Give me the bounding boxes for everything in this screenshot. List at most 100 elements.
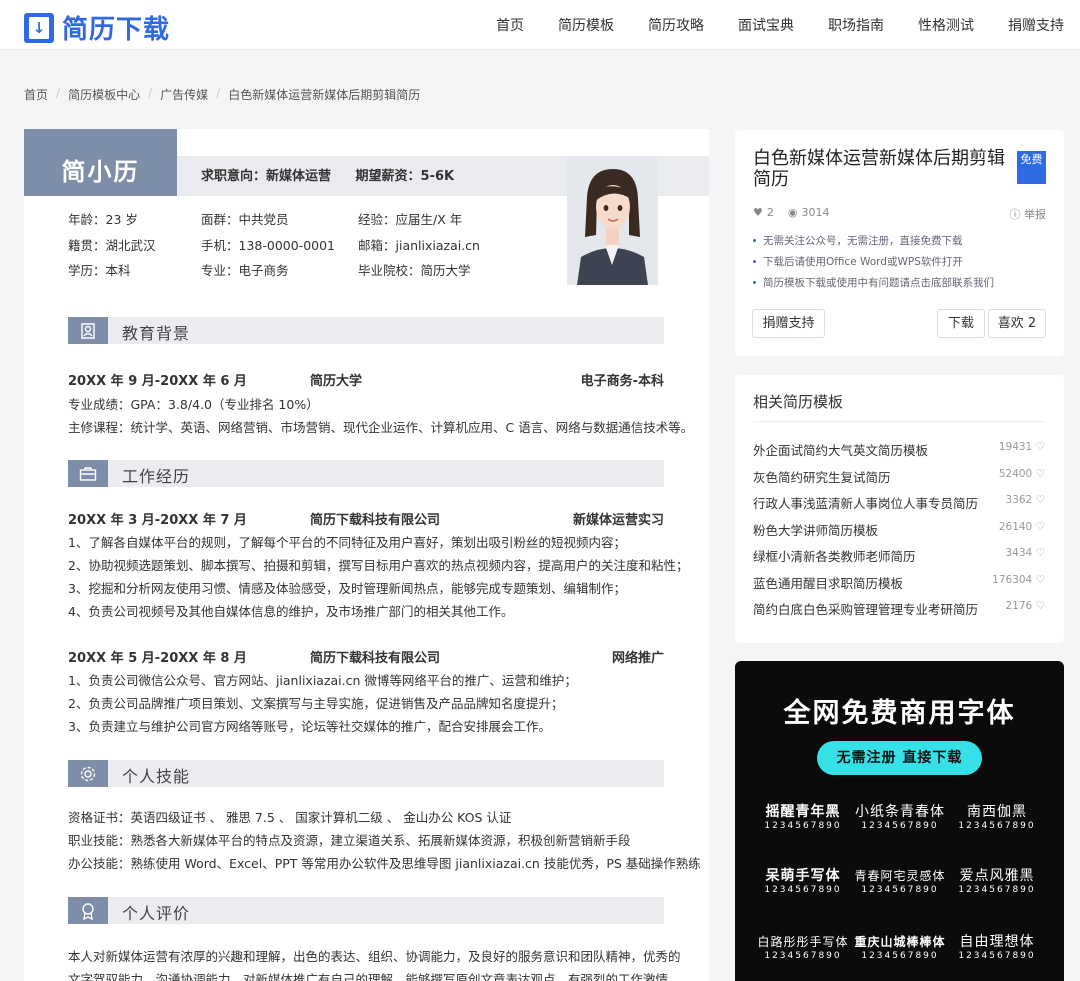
info-experience: 经验：应届生/X 年 bbox=[358, 212, 463, 227]
resume-name: 简小历 bbox=[24, 129, 177, 196]
briefcase-icon bbox=[68, 460, 108, 487]
breadcrumb-templates[interactable]: 简历模板中心 bbox=[68, 86, 140, 103]
job-date: 20XX 年 5 月-20XX 年 8 月 bbox=[68, 651, 247, 666]
job-line: 1、了解各自媒体平台的规则，了解每个平台的不同特征及用户喜好，策划出吸引粉丝的短… bbox=[68, 535, 626, 550]
job-row: 20XX 年 3 月-20XX 年 7 月 简历下载科技有限公司 新媒体运营实习 bbox=[68, 509, 664, 528]
evaluation-line: 本人对新媒体运营有浓厚的兴趣和理解，出色的表达、组织、协调能力，及良好的服务意识… bbox=[68, 949, 681, 964]
job-line: 3、挖掘和分析网友使用习惯、情感及体验感受，及时管理新闻热点，能够完成专题策划、… bbox=[68, 581, 626, 596]
section-title: 教育背景 bbox=[122, 324, 191, 343]
job-intent: 求职意向：新媒体运营 bbox=[201, 169, 332, 184]
template-title: 白色新媒体运营新媒体后期剪辑简历 bbox=[753, 148, 1005, 190]
ad-title: 全网免费商用字体 bbox=[783, 698, 1016, 729]
nav-guides[interactable]: 简历攻略 bbox=[648, 15, 704, 35]
graduate-icon bbox=[68, 317, 108, 344]
tip-item: 简历模板下载或使用中有问题请点击底部联系我们 bbox=[753, 275, 994, 290]
info-education: 学历：本科 bbox=[68, 263, 131, 278]
donate-button[interactable]: 捐赠支持 bbox=[752, 309, 825, 338]
font-sample: 自由理想体 1234567890 bbox=[958, 934, 1036, 961]
info-email: 邮箱：jianlixiazai.cn bbox=[358, 238, 480, 253]
section-work: 工作经历 bbox=[68, 460, 664, 487]
font-sample: 小纸条青春体 1234567890 bbox=[855, 804, 945, 831]
ad-download-button[interactable]: 无需注册 直接下载 bbox=[817, 741, 982, 775]
nav-personality[interactable]: 性格测试 bbox=[918, 15, 974, 35]
related-item[interactable]: 简约白底白色采购管理管理专业考研简历 2176 ♡ bbox=[753, 599, 1045, 619]
breadcrumb-current: 白色新媒体运营新媒体后期剪辑简历 bbox=[228, 88, 421, 102]
job-line: 2、负责公司品牌推广项目策划、文案撰写与主导实施，促进销售及产品品牌知名度提升； bbox=[68, 696, 564, 711]
nav-interview[interactable]: 面试宝典 bbox=[738, 15, 794, 35]
report-label: 举报 bbox=[1024, 208, 1046, 221]
font-sample: 爱点风雅黑 1234567890 bbox=[958, 868, 1036, 895]
job-role: 新媒体运营实习 bbox=[572, 513, 664, 528]
resume-intent: 求职意向：新媒体运营 期望薪资：5-6K bbox=[201, 165, 474, 184]
views-count: 3014 bbox=[801, 206, 830, 219]
education-row: 20XX 年 9 月-20XX 年 6 月 简历大学 电子商务-本科 bbox=[68, 370, 664, 389]
job-row: 20XX 年 5 月-20XX 年 8 月 简历下载科技有限公司 网络推广 bbox=[68, 647, 664, 666]
section-skills: 个人技能 bbox=[68, 760, 664, 787]
info-age: 年龄：23 岁 bbox=[68, 212, 138, 227]
nav-templates[interactable]: 简历模板 bbox=[558, 15, 614, 35]
evaluation-line: 文字驾驭能力、沟通协调能力，对新媒体推广有自己的理解，能够撰写原创文章表达观点，… bbox=[68, 972, 681, 981]
education-school: 简历大学 bbox=[310, 374, 363, 389]
gear-icon bbox=[68, 760, 108, 787]
download-tips: 无需关注公众号，无需注册，直接免费下载 下载后请使用Office Word或WP… bbox=[753, 233, 994, 296]
download-icon: ↓ bbox=[24, 12, 54, 43]
job-date: 20XX 年 3 月-20XX 年 7 月 bbox=[68, 513, 247, 528]
job-line: 1、负责公司微信公众号、官方网站、jianlixiazai.cn 微博等网络平台… bbox=[68, 673, 577, 688]
breadcrumb: 首页 / 简历模板中心 / 广告传媒 / 白色新媒体运营新媒体后期剪辑简历 bbox=[24, 86, 421, 103]
likes-count: 2 bbox=[766, 206, 774, 219]
info-major: 专业：电子商务 bbox=[201, 263, 289, 278]
info-school: 毕业院校：简历大学 bbox=[358, 263, 471, 278]
download-button[interactable]: 下载 bbox=[937, 309, 985, 338]
education-date: 20XX 年 9 月-20XX 年 6 月 bbox=[68, 374, 247, 389]
font-sample: 白路彤彤手写体 1234567890 bbox=[757, 935, 849, 961]
tip-item: 无需关注公众号，无需注册，直接免费下载 bbox=[753, 233, 994, 248]
skill-line: 办公技能：熟练使用 Word、Excel、PPT 等常用办公软件及思维导图 ji… bbox=[68, 856, 701, 871]
related-item[interactable]: 绿框小清新各类教师老师简历 3434 ♡ bbox=[753, 546, 1045, 566]
nav-career[interactable]: 职场指南 bbox=[828, 15, 884, 35]
info-icon: ⓘ bbox=[1009, 208, 1021, 221]
resume-preview: 简小历 求职意向：新媒体运营 期望薪资：5-6K 年龄：23 岁 面群：中共党员… bbox=[24, 129, 709, 981]
related-item[interactable]: 外企面试简约大气英文简历模板 19431 ♡ bbox=[753, 440, 1045, 460]
job-role: 网络推广 bbox=[611, 651, 664, 666]
info-politics: 面群：中共党员 bbox=[201, 212, 289, 227]
font-ad-banner[interactable]: 全网免费商用字体 无需注册 直接下载 摇醒青年黑 1234567890 小纸条青春… bbox=[735, 661, 1064, 981]
skill-line: 职业技能：熟悉各大新媒体平台的特点及资源，建立渠道关系、拓展新媒体资源，积极创新… bbox=[68, 833, 631, 848]
skill-line: 资格证书：英语四级证书 、 雅思 7.5 、 国家计算机二级 、 金山办公 KO… bbox=[68, 810, 512, 825]
section-title: 个人评价 bbox=[122, 904, 191, 923]
breadcrumb-category[interactable]: 广告传媒 bbox=[160, 86, 208, 103]
top-header: ↓ 简历下载 首页 简历模板 简历攻略 面试宝典 职场指南 性格测试 捐赠支持 bbox=[0, 0, 1080, 50]
related-title: 相关简历模板 bbox=[753, 393, 844, 411]
related-item[interactable]: 行政人事浅蓝清新人事岗位人事专员简历 3362 ♡ bbox=[753, 493, 1045, 513]
related-item[interactable]: 蓝色通用醒目求职简历模板 176304 ♡ bbox=[753, 573, 1045, 593]
font-sample: 重庆山城棒棒体 1234567890 bbox=[854, 935, 946, 961]
report-link[interactable]: ⓘ 举报 bbox=[1010, 206, 1047, 222]
logo-text: 简历下载 bbox=[62, 15, 171, 45]
eye-icon: ◉ bbox=[787, 206, 798, 219]
related-item[interactable]: 粉色大学讲师简历模板 26140 ♡ bbox=[753, 520, 1045, 540]
font-sample: 摇醒青年黑 1234567890 bbox=[764, 804, 842, 831]
site-logo[interactable]: ↓ 简历下载 bbox=[24, 9, 170, 46]
main-nav: 首页 简历模板 简历攻略 面试宝典 职场指南 性格测试 捐赠支持 bbox=[462, 0, 1064, 50]
like-button[interactable]: 喜欢 2 bbox=[988, 309, 1046, 338]
award-icon bbox=[68, 897, 108, 924]
avatar bbox=[567, 157, 658, 285]
breadcrumb-home[interactable]: 首页 bbox=[24, 86, 48, 103]
heart-icon: ♥ bbox=[753, 206, 763, 219]
info-phone: 手机：138-0000-0001 bbox=[201, 238, 336, 253]
section-title: 工作经历 bbox=[122, 467, 191, 486]
related-item[interactable]: 灰色简约研究生复试简历 52400 ♡ bbox=[753, 467, 1045, 487]
font-sample: 青春阿宅灵感体 1234567890 bbox=[854, 869, 946, 895]
nav-donate[interactable]: 捐赠支持 bbox=[1008, 15, 1064, 35]
tip-item: 下载后请使用Office Word或WPS软件打开 bbox=[753, 254, 994, 269]
job-company: 简历下载科技有限公司 bbox=[310, 651, 441, 666]
related-templates-card: 相关简历模板 外企面试简约大气英文简历模板 19431 ♡ 灰色简约研究生复试简历… bbox=[735, 375, 1064, 643]
divider bbox=[753, 421, 1045, 422]
education-major: 电子商务-本科 bbox=[580, 374, 664, 389]
section-evaluation: 个人评价 bbox=[68, 897, 664, 924]
template-info-card: 白色新媒体运营新媒体后期剪辑简历 免费 ♥ 2 ◉ 3014 ⓘ 举报 无需关注… bbox=[735, 130, 1064, 356]
expected-salary: 期望薪资：5-6K bbox=[355, 169, 455, 184]
free-badge: 免费 bbox=[1017, 151, 1046, 184]
nav-home[interactable]: 首页 bbox=[496, 15, 524, 35]
font-sample: 南西伽黑 1234567890 bbox=[958, 804, 1036, 831]
job-line: 3、负责建立与维护公司官方网络等账号，论坛等社交媒体的推广，配合安排展会工作。 bbox=[68, 719, 551, 734]
